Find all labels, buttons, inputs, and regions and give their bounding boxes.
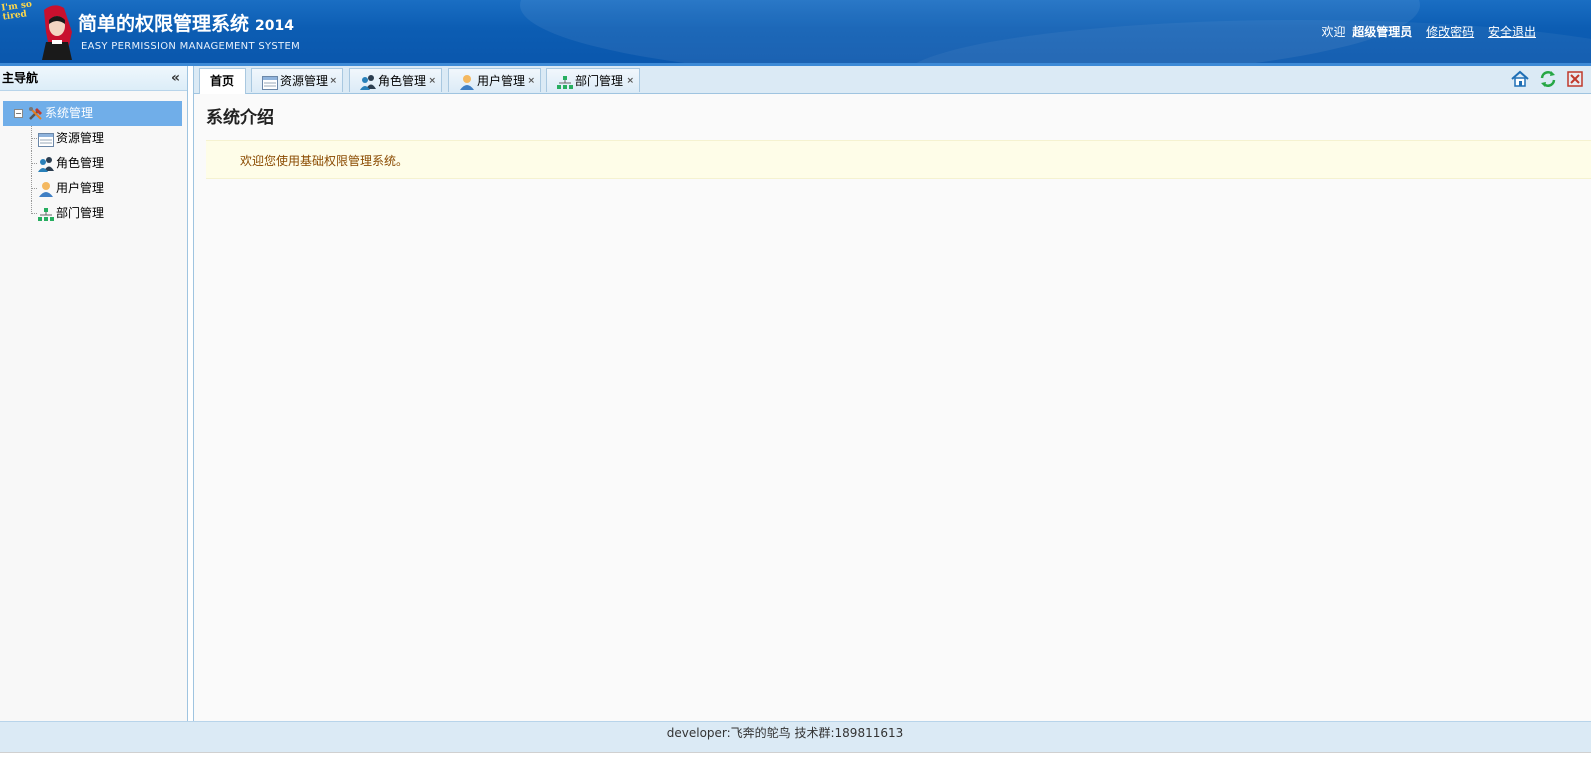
change-password-link[interactable]: 修改密码 — [1426, 25, 1474, 39]
tree-branch-line — [31, 138, 37, 139]
tree-collapse-toggle[interactable]: − — [14, 109, 23, 118]
tree-node-department[interactable]: 部门管理 — [0, 201, 187, 226]
tab-department[interactable]: 部门管理 × — [546, 68, 640, 92]
tab-tools — [1502, 69, 1591, 93]
role-icon — [360, 74, 376, 98]
tree-node-role[interactable]: 角色管理 — [0, 151, 187, 176]
tab-close-icon[interactable]: × — [428, 69, 436, 93]
tree-node-label: 资源管理 — [56, 131, 105, 145]
welcome-prefix: 欢迎 — [1321, 25, 1346, 39]
logout-link[interactable]: 安全退出 — [1488, 25, 1536, 39]
west-panel-title: 主导航 — [2, 71, 39, 85]
tab-close-icon[interactable]: × — [329, 69, 337, 93]
tab-bar: 首页 资源管理 × 角色管理 × 用户管理 × 部门管理 × — [194, 66, 1591, 94]
tree-node-system[interactable]: − 系统管理 — [3, 101, 182, 126]
department-icon — [38, 206, 54, 231]
tree-branch-line — [31, 213, 37, 214]
tab-label: 首页 — [210, 74, 235, 88]
tree-node-label: 角色管理 — [56, 156, 105, 170]
tab-home[interactable]: 首页 — [199, 68, 246, 94]
tree-node-label: 用户管理 — [56, 181, 105, 195]
app-title-year: 2014 — [255, 18, 294, 34]
collapse-panel-button[interactable]: « — [171, 66, 180, 90]
resource-icon — [262, 74, 278, 98]
tree-node-label: 部门管理 — [56, 206, 105, 220]
tab-label: 资源管理 — [280, 74, 329, 88]
tab-close-icon[interactable]: × — [626, 69, 634, 93]
tree-branch-line — [31, 188, 37, 189]
welcome-message-box: 欢迎您使用基础权限管理系统。 — [206, 140, 1591, 179]
logo: I'm so tired — [1, 0, 78, 62]
tab-label: 用户管理 — [477, 74, 526, 88]
tab-role[interactable]: 角色管理 × — [349, 68, 442, 92]
tree-branch-line — [31, 163, 37, 164]
app-title: 简单的权限管理系统 2014 — [78, 9, 294, 36]
footer-text: developer:飞奔的鸵鸟 技术群:189811613 — [666, 726, 904, 740]
username: 超级管理员 — [1352, 25, 1413, 39]
welcome-message: 欢迎您使用基础权限管理系统。 — [240, 154, 409, 168]
west-panel-header: 主导航 « — [0, 66, 187, 91]
tab-user[interactable]: 用户管理 × — [448, 68, 541, 92]
west-panel: 主导航 « − 系统管理 资源管理 角色管理 用户管理 部门管理 — [0, 66, 188, 721]
tab-close-icon[interactable]: × — [527, 69, 535, 93]
app-subtitle: EASY PERMISSION MANAGEMENT SYSTEM — [81, 41, 300, 52]
app-title-text: 简单的权限管理系统 — [78, 13, 250, 35]
tree-node-resource[interactable]: 资源管理 — [0, 126, 187, 151]
nav-tree: − 系统管理 资源管理 角色管理 用户管理 部门管理 — [0, 91, 187, 226]
home-icon[interactable] — [1510, 69, 1532, 91]
refresh-icon[interactable] — [1538, 69, 1560, 91]
department-icon — [557, 74, 573, 98]
tab-resource[interactable]: 资源管理 × — [251, 68, 343, 92]
footer-bottom-strip — [0, 752, 1591, 766]
center-panel: 首页 资源管理 × 角色管理 × 用户管理 × 部门管理 × 系统介绍 欢迎您使… — [193, 66, 1591, 721]
tab-label: 角色管理 — [378, 74, 427, 88]
close-all-icon[interactable] — [1565, 69, 1587, 91]
user-area: 欢迎 超级管理员 修改密码 安全退出 — [1321, 23, 1536, 40]
app-header: I'm so tired 简单的权限管理系统 2014 EASY PERMISSIO… — [0, 0, 1591, 63]
tree-node-label: 系统管理 — [45, 106, 94, 120]
page-title: 系统介绍 — [206, 108, 274, 128]
footer: developer:飞奔的鸵鸟 技术群:189811613 — [0, 721, 1591, 753]
tree-node-user[interactable]: 用户管理 — [0, 176, 187, 201]
user-icon — [459, 74, 475, 98]
tab-label: 部门管理 — [575, 74, 624, 88]
